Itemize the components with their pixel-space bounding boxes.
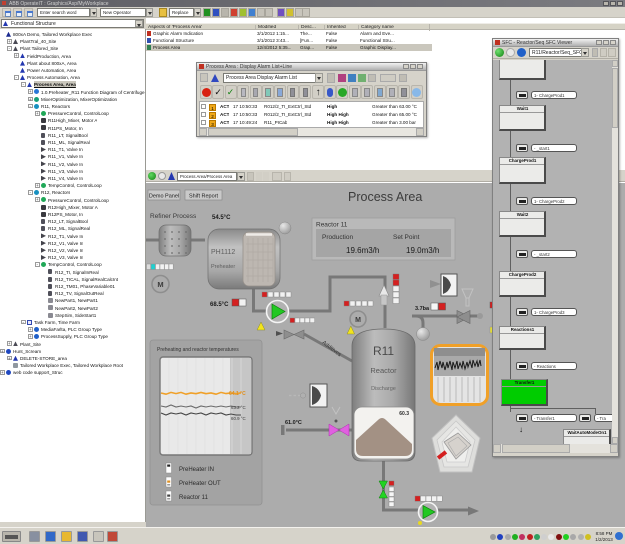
svg-text:19.0m3/h: 19.0m3/h xyxy=(406,246,439,255)
svg-text:19.6m3/h: 19.6m3/h xyxy=(346,246,379,255)
svg-text:54.5°C: 54.5°C xyxy=(212,215,231,221)
svg-text:61.0°C: 61.0°C xyxy=(285,420,302,426)
svg-text:Reactor 11: Reactor 11 xyxy=(316,222,348,229)
svg-text:PH1112: PH1112 xyxy=(211,249,235,256)
svg-text:Production: Production xyxy=(322,234,353,241)
svg-text:R11: R11 xyxy=(373,344,394,358)
svg-text:Set Point: Set Point xyxy=(393,234,420,241)
svg-text:Reactor 11: Reactor 11 xyxy=(179,495,209,501)
svg-text:Shift Report: Shift Report xyxy=(189,194,219,200)
svg-text:60.9 °C: 60.9 °C xyxy=(231,416,246,421)
svg-text:Preheating and reactor tempera: Preheating and reactor temperatures xyxy=(157,347,239,353)
svg-text:63.2 °C: 63.2 °C xyxy=(231,405,246,410)
svg-text:3.7ba: 3.7ba xyxy=(415,306,430,312)
svg-text:Refiner Process: Refiner Process xyxy=(150,213,197,220)
svg-text:Demo Panel: Demo Panel xyxy=(149,194,179,200)
svg-text:Process Area: Process Area xyxy=(348,190,422,204)
svg-text:Discharge: Discharge xyxy=(371,386,396,392)
svg-text:PreHeater IN: PreHeater IN xyxy=(179,467,214,473)
svg-text:M: M xyxy=(355,317,361,324)
svg-text:Additives: Additives xyxy=(321,340,342,359)
svg-text:M: M xyxy=(157,280,163,289)
svg-text:60.3: 60.3 xyxy=(399,411,409,417)
svg-text:68.5°C: 68.5°C xyxy=(210,302,229,308)
svg-text:Preheater: Preheater xyxy=(211,264,235,270)
svg-text:64.1 °C: 64.1 °C xyxy=(229,391,246,397)
svg-text:PreHeater OUT: PreHeater OUT xyxy=(179,481,221,487)
svg-text:Reactor: Reactor xyxy=(370,366,397,375)
